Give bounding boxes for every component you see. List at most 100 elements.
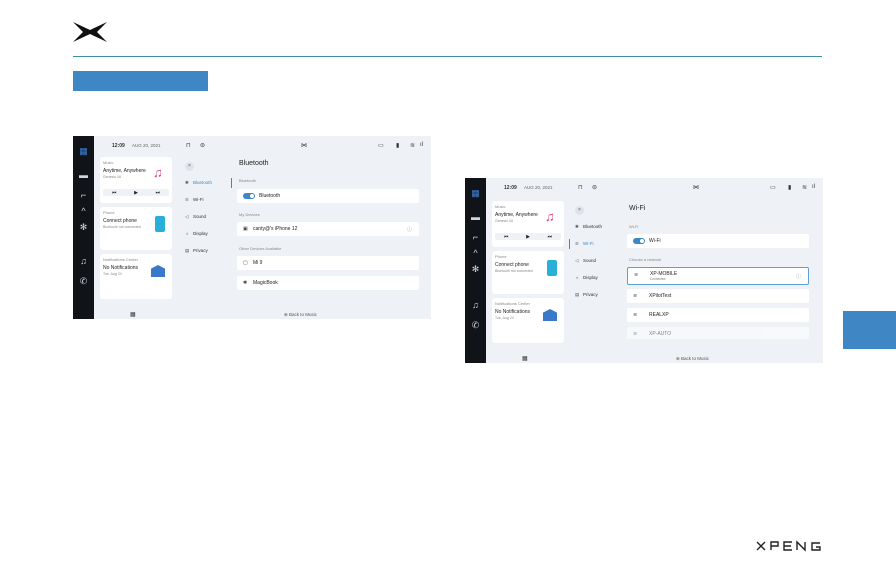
notifications-card[interactable]: Notifications Center No Notifications Tu… <box>100 254 172 299</box>
network-row-connected[interactable]: ≋ XP-MOBILE Connected ⓘ <box>627 267 809 285</box>
phone-label: Phone <box>495 254 507 259</box>
phone-icon[interactable]: ✆ <box>470 320 481 331</box>
seat-icon[interactable]: ⌐ <box>470 232 481 243</box>
wifi-lock-icon: ≋ <box>633 312 638 318</box>
menu-item-privacy[interactable]: ▤ Privacy <box>575 292 598 298</box>
fan-icon[interactable]: ✻ <box>470 264 481 275</box>
clock: 12:09 <box>504 185 517 191</box>
wifi-icon: ≋ <box>185 197 189 202</box>
phone-sub: Bluetooth not connected <box>495 269 533 273</box>
section-tag <box>73 71 208 91</box>
music-note-icon: ♫ <box>153 165 163 180</box>
network-row[interactable]: ≋ REALXP <box>627 308 809 322</box>
bottom-bar: ▦ ⊕ Back to Music <box>486 353 823 363</box>
chapter-tab <box>843 311 896 349</box>
wifi-lock-icon: ≋ <box>634 272 639 278</box>
menu-item-wifi[interactable]: ≋ Wi-Fi <box>575 241 594 247</box>
close-button[interactable]: × <box>575 206 584 215</box>
section-wifi: Wi-Fi <box>629 224 639 229</box>
bluetooth-toggle[interactable] <box>243 193 255 199</box>
back-to-music[interactable]: ⊕ Back to Music <box>284 312 317 318</box>
bluetooth-toggle-row[interactable]: Bluetooth <box>237 189 419 203</box>
music-card[interactable]: Music Anytime, Anywhere Genesis 4U ♫ ⏮ ▶… <box>100 157 172 203</box>
grid-icon[interactable]: ▦ <box>470 188 481 199</box>
next-icon[interactable]: ⏭ <box>548 234 553 240</box>
music-note-icon: ♫ <box>545 209 555 224</box>
status-bar: 12:09 AUG 20, 2021 ⊓ ⊜ ⋈ ▭ ▮ ≋ ıl <box>486 178 823 198</box>
back-to-music[interactable]: ⊕ Back to Music <box>676 356 709 362</box>
privacy-icon: ▤ <box>575 292 580 297</box>
available-device-row[interactable]: ▢ Mi 9 <box>237 256 419 270</box>
available-device-name: Mi 9 <box>253 260 263 266</box>
car-icon[interactable]: ▬ <box>78 170 89 181</box>
car-icon[interactable]: ▬ <box>470 212 481 223</box>
phone-card[interactable]: Phone Connect phone Bluetooth not connec… <box>492 251 564 294</box>
menu-item-bluetooth[interactable]: ✱ Bluetooth <box>575 224 602 230</box>
seat-icon[interactable]: ⌐ <box>78 190 89 201</box>
apps-grid-icon[interactable]: ▦ <box>522 355 528 362</box>
available-device-row[interactable]: ✱ MagicBook <box>237 276 419 290</box>
artist: Genesis 4U <box>103 175 122 179</box>
user-icon[interactable]: ⊜ <box>592 184 597 191</box>
menu-item-sound[interactable]: ◁ Sound <box>185 214 206 220</box>
wifi-lock-icon: ≋ <box>633 331 638 337</box>
wifi-icon: ≋ <box>802 185 808 191</box>
apps-grid-icon[interactable]: ▦ <box>130 311 136 318</box>
fan-icon[interactable]: ✻ <box>78 222 89 233</box>
panel-title: Bluetooth <box>239 160 269 167</box>
music-label: Music <box>495 204 506 209</box>
music-icon[interactable]: ♫ <box>78 256 89 267</box>
toggle-label: Bluetooth <box>259 193 281 199</box>
network-name: REALXP <box>649 312 669 318</box>
menu-item-sound[interactable]: ◁ Sound <box>575 258 596 264</box>
menu-item-privacy[interactable]: ▤ Privacy <box>185 248 208 254</box>
header-rule <box>73 56 822 57</box>
screen-icon[interactable]: ▭ <box>378 142 384 149</box>
menu-item-display[interactable]: ☼ Display <box>575 275 598 280</box>
phone-device-icon <box>547 260 557 276</box>
user-icon[interactable]: ⊜ <box>200 142 205 149</box>
network-row[interactable]: ≋ XP-AUTO <box>627 327 809 339</box>
play-icon[interactable]: ▶ <box>134 190 138 196</box>
network-row[interactable]: ≋ XPilotTest <box>627 289 809 303</box>
bluetooth-icon: ✱ <box>243 280 248 286</box>
notifications-card[interactable]: Notifications Center No Notifications Tu… <box>492 298 564 343</box>
date: AUG 20, 2021 <box>524 185 553 190</box>
close-button[interactable]: × <box>185 162 194 171</box>
phone-label: Phone <box>103 210 115 215</box>
sound-icon: ◁ <box>575 258 579 263</box>
music-icon[interactable]: ♫ <box>470 300 481 311</box>
sound-icon: ◁ <box>185 214 189 219</box>
chevron-up-icon[interactable]: ^ <box>78 206 89 217</box>
notif-title: No Notifications <box>103 265 139 271</box>
settings-menu: ✱ Bluetooth ≋ Wi-Fi ◁ Sound ☼ Display ▤ Priva… <box>185 180 235 260</box>
battery-icon: ▮ <box>788 185 792 191</box>
music-card[interactable]: Music Anytime, Anywhere Genesis 4U ♫ ⏮ ▶… <box>492 201 564 247</box>
notif-sub: Tue, Aug 24 <box>103 272 122 276</box>
grid-icon[interactable]: ▦ <box>78 146 89 157</box>
lock-icon[interactable]: ⊓ <box>578 184 583 191</box>
info-icon[interactable]: ⓘ <box>796 273 801 280</box>
menu-item-wifi[interactable]: ≋ Wi-Fi <box>185 197 204 203</box>
menu-item-bluetooth[interactable]: ✱ Bluetooth <box>185 180 212 186</box>
section-devices: My Devices <box>239 212 260 217</box>
screen-icon[interactable]: ▭ <box>770 184 776 191</box>
play-icon[interactable]: ▶ <box>526 234 530 240</box>
info-icon[interactable]: ⓘ <box>407 226 412 233</box>
next-icon[interactable]: ⏭ <box>156 190 161 196</box>
chevron-up-icon[interactable]: ^ <box>470 248 481 259</box>
device-row[interactable]: ▣ canty@'s iPhone 12 ⓘ <box>237 222 419 236</box>
screenshot-wifi: ▦ ▬ ⌐ ^ ✻ ♫ ✆ 12:09 AUG 20, 2021 ⊓ ⊜ ⋈ ▭… <box>465 178 823 363</box>
menu-item-display[interactable]: ☼ Display <box>185 231 208 236</box>
previous-icon[interactable]: ⏮ <box>504 234 509 240</box>
section-available: Other Devices Available <box>239 246 282 251</box>
phone-card[interactable]: Phone Connect phone Bluetooth not connec… <box>100 207 172 250</box>
wifi-toggle[interactable] <box>633 238 645 244</box>
player-controls: ⏮ ▶ ⏭ <box>495 233 561 240</box>
wifi-toggle-row[interactable]: Wi-Fi <box>627 234 809 248</box>
previous-icon[interactable]: ⏮ <box>112 190 117 196</box>
phone-icon[interactable]: ✆ <box>78 276 89 287</box>
lock-icon[interactable]: ⊓ <box>186 142 191 149</box>
date: AUG 20, 2021 <box>132 143 161 148</box>
song-title: Anytime, Anywhere <box>495 212 538 218</box>
